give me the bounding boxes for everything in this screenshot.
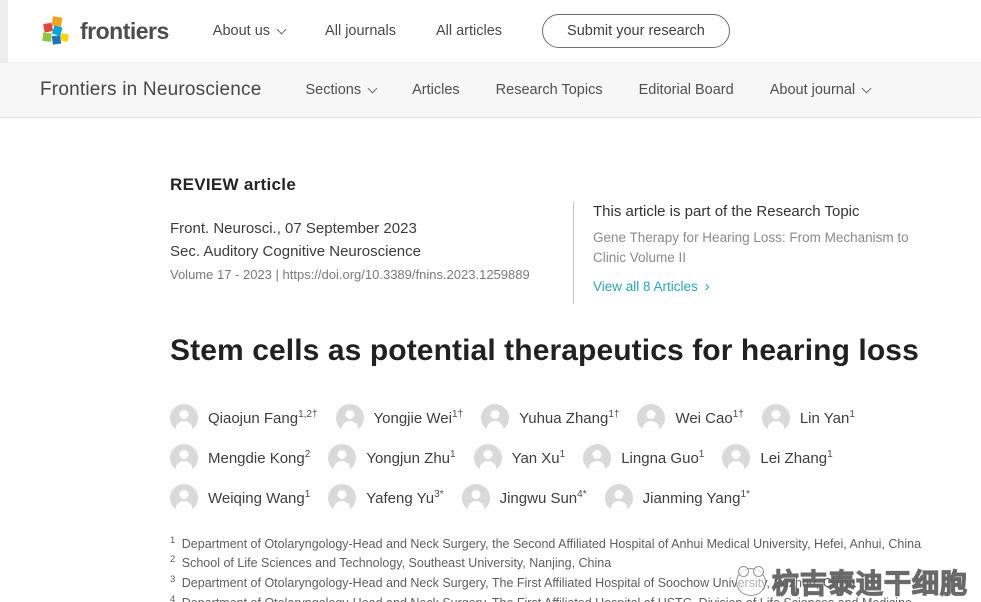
author-avatar-icon [462,484,490,512]
article-title: Stem cells as potential therapeutics for… [170,334,941,368]
journal-nav-research-topics[interactable]: Research Topics [496,82,603,98]
author[interactable]: Weiqing Wang1 [170,484,310,512]
journal-nav-editorial-board[interactable]: Editorial Board [639,82,734,98]
chevron-right-icon: › [705,279,710,294]
author-name: Jianming Yang1* [643,489,750,507]
author-avatar-icon [328,484,356,512]
author[interactable]: Wei Cao1† [637,404,743,432]
nav-about-us-label: About us [213,23,270,39]
citation-volume-doi: Volume 17 - 2023 | https://doi.org/10.33… [170,267,573,282]
author[interactable]: Lingna Guo1 [583,444,704,472]
nav-all-journals-label: All journals [325,23,396,39]
watermark-text: 杭吉泰迪干细胞 [772,562,968,601]
author-name: Mengdie Kong2 [208,449,310,467]
journal-nav-articles[interactable]: Articles [412,82,460,98]
article-header: REVIEW article Front. Neurosci., 07 Sept… [0,118,981,602]
article-type-label: REVIEW article [170,175,573,195]
citation-journal-date: Front. Neurosci., 07 September 2023 [170,217,573,240]
author[interactable]: Yafeng Yu3* [328,484,443,512]
author[interactable]: Mengdie Kong2 [170,444,310,472]
author-avatar-icon [170,404,198,432]
journal-links: Sections Articles Research Topics Editor… [305,82,870,98]
research-topic-title: Gene Therapy for Hearing Loss: From Mech… [593,228,941,269]
journal-nav-sections[interactable]: Sections [305,82,376,98]
author-name: Jingwu Sun4* [500,489,587,507]
author-name: Weiqing Wang1 [208,489,310,507]
author-list: Qiaojun Fang1,2† Yongjie Wei1† Yuhua Zhang… [170,404,941,512]
author-avatar-icon [637,404,665,432]
citation-section: Sec. Auditory Cognitive Neuroscience [170,240,573,263]
window-edge-strip [0,0,8,62]
author[interactable]: Lei Zhang1 [722,444,832,472]
author-name: Lei Zhang1 [760,449,832,467]
author-avatar-icon [722,444,750,472]
top-header: frontiers About us All journals All arti… [0,0,981,62]
research-topic-heading: This article is part of the Research Top… [593,203,941,220]
citation-block: Front. Neurosci., 07 September 2023 Sec.… [170,217,573,282]
chevron-down-icon [368,83,378,93]
journal-nav-articles-label: Articles [412,82,460,98]
journal-nav: Frontiers in Neuroscience Sections Artic… [0,62,981,118]
author-name: Qiaojun Fang1,2† [208,409,318,427]
author[interactable]: Jianming Yang1* [605,484,750,512]
author-avatar-icon [605,484,633,512]
article-meta-left: REVIEW article Front. Neurosci., 07 Sept… [170,175,573,304]
chevron-down-icon [862,83,872,93]
author-avatar-icon [336,404,364,432]
author[interactable]: Qiaojun Fang1,2† [170,404,318,432]
article-meta-row: REVIEW article Front. Neurosci., 07 Sept… [170,175,941,304]
top-nav: About us All journals All articles [213,23,502,39]
journal-nav-editorial-board-label: Editorial Board [639,82,734,98]
author-name: Yafeng Yu3* [366,489,443,507]
author-name: Yongjun Zhu1 [366,449,455,467]
journal-title[interactable]: Frontiers in Neuroscience [40,79,261,101]
author-name: Lin Yan1 [800,409,855,427]
logo-wordmark: frontiers [80,18,169,45]
author-avatar-icon [474,444,502,472]
nav-all-articles[interactable]: All articles [436,23,502,39]
journal-nav-about-journal[interactable]: About journal [770,82,870,98]
author-avatar-icon [170,484,198,512]
author-name: Yongjie Wei1† [374,409,464,427]
author[interactable]: Yongjun Zhu1 [328,444,455,472]
research-topic-box: This article is part of the Research Top… [573,201,941,304]
author[interactable]: Lin Yan1 [762,404,855,432]
author-name: Yuhua Zhang1† [519,409,619,427]
author-avatar-icon [481,404,509,432]
author[interactable]: Yuhua Zhang1† [481,404,619,432]
nav-all-articles-label: All articles [436,23,502,39]
view-all-articles-link[interactable]: View all 8 Articles › [593,279,710,294]
author[interactable]: Yongjie Wei1† [336,404,464,432]
author-avatar-icon [328,444,356,472]
author-avatar-icon [583,444,611,472]
watermark-panda-icon [736,568,766,596]
author-avatar-icon [170,444,198,472]
author-name: Lingna Guo1 [621,449,704,467]
frontiers-logo-icon [40,15,72,47]
watermark: 杭吉泰迪干细胞 [736,562,968,601]
journal-nav-about-journal-label: About journal [770,82,855,98]
nav-about-us[interactable]: About us [213,23,285,39]
author[interactable]: Yan Xu1 [474,444,566,472]
frontiers-logo[interactable]: frontiers [40,15,169,47]
author[interactable]: Jingwu Sun4* [462,484,587,512]
affiliation-item: 1 Department of Otolaryngology-Head and … [170,534,941,554]
chevron-down-icon [277,24,287,34]
author-avatar-icon [762,404,790,432]
author-name: Wei Cao1† [675,409,743,427]
author-name: Yan Xu1 [512,449,566,467]
view-all-articles-label: View all 8 Articles [593,279,698,294]
journal-nav-research-topics-label: Research Topics [496,82,603,98]
nav-all-journals[interactable]: All journals [325,23,396,39]
journal-nav-sections-label: Sections [305,82,361,98]
submit-research-button[interactable]: Submit your research [542,14,730,48]
